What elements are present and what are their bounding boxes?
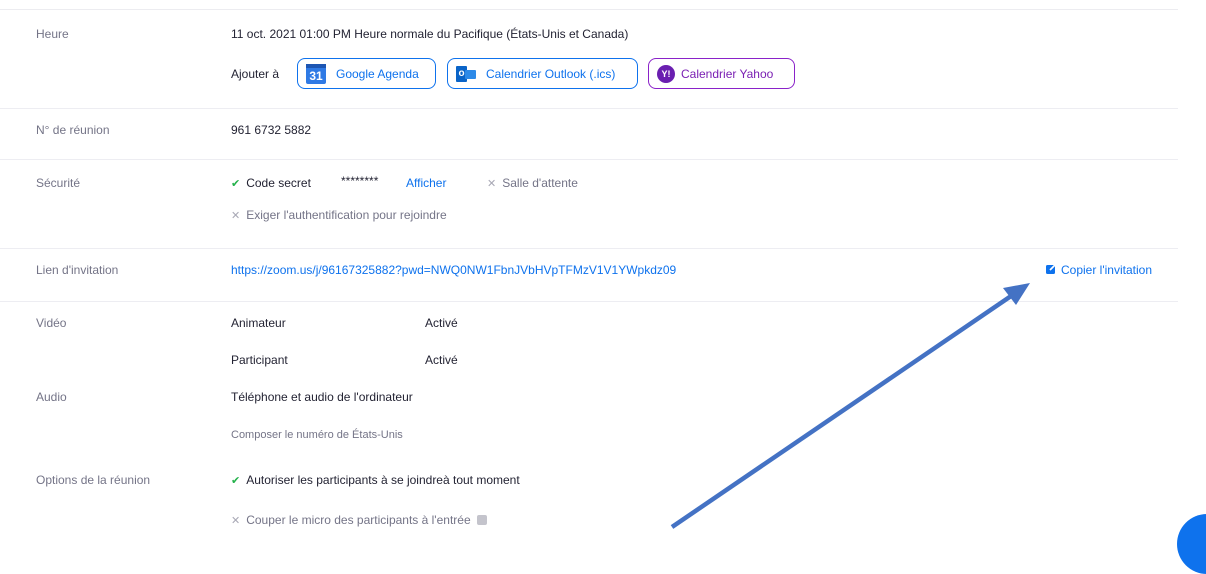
google-calendar-icon: 31 (306, 63, 326, 84)
invite-section: Lien d'invitation https://zoom.us/j/9616… (0, 249, 1178, 302)
audio-value: Téléphone et audio de l'ordinateur (231, 390, 413, 404)
yahoo-calendar-label: Calendrier Yahoo (681, 66, 774, 81)
invite-url[interactable]: https://zoom.us/j/96167325882?pwd=NWQ0NW… (231, 263, 676, 277)
cross-icon: ✕ (231, 210, 241, 222)
audio-label: Audio (36, 390, 67, 404)
require-auth-label: Exiger l'authentification pour rejoindre (246, 208, 447, 222)
outlook-calendar-button[interactable]: o Calendrier Outlook (.ics) (447, 58, 638, 89)
info-icon (476, 515, 487, 525)
check-icon: ✔ (231, 178, 241, 190)
help-chat-button[interactable] (1177, 514, 1206, 574)
copy-invitation-label: Copier l'invitation (1061, 263, 1153, 277)
host-video-state: Activé (425, 316, 458, 330)
meeting-id-label: N° de réunion (36, 123, 110, 137)
yahoo-icon: Y! (657, 64, 675, 83)
time-label: Heure (36, 27, 69, 41)
join-anytime-item: ✔ Autoriser les participants à se joindre… (231, 473, 520, 487)
cross-icon: ✕ (231, 515, 241, 527)
cross-icon: ✕ (487, 178, 497, 190)
waiting-room-label: Salle d'attente (502, 176, 578, 190)
passcode-mask: ******** (341, 174, 379, 188)
time-section: Heure 11 oct. 2021 01:00 PM Heure normal… (0, 10, 1178, 109)
join-anytime-label: Autoriser les participants à se joindreà… (246, 473, 520, 487)
invite-label: Lien d'invitation (36, 263, 119, 277)
video-label: Vidéo (36, 316, 67, 330)
security-label: Sécurité (36, 176, 81, 190)
participant-label: Participant (231, 353, 288, 367)
copy-invitation-button[interactable]: Copier l'invitation (1045, 263, 1152, 277)
mute-on-entry-label: Couper le micro des participants à l'ent… (246, 513, 471, 527)
passcode-label: Code secret (246, 176, 311, 190)
host-label: Animateur (231, 316, 286, 330)
outlook-icon: o (456, 65, 476, 82)
dial-in-text: Composer le numéro de États-Unis (231, 429, 403, 441)
show-passcode-link[interactable]: Afficher (406, 176, 446, 190)
require-auth-item: ✕ Exiger l'authentification pour rejoindr… (231, 208, 447, 222)
participant-video-state: Activé (425, 353, 458, 367)
google-calendar-button[interactable]: 31 Google Agenda (297, 58, 436, 89)
check-icon: ✔ (231, 475, 241, 487)
options-label: Options de la réunion (36, 473, 151, 487)
meeting-id-section: N° de réunion 961 6732 5882 (0, 109, 1178, 160)
mute-on-entry-item: ✕ Couper le micro des participants à l'en… (231, 513, 487, 527)
security-section: Sécurité ✔ Code secret ******** Afficher … (0, 160, 1178, 249)
outlook-calendar-label: Calendrier Outlook (.ics) (486, 66, 616, 81)
waiting-room-item: ✕ Salle d'attente (487, 176, 578, 190)
add-to-label: Ajouter à (231, 67, 280, 81)
settings-section: Vidéo Animateur Activé Participant Activ… (0, 302, 1178, 531)
meeting-datetime: 11 oct. 2021 01:00 PM Heure normale du P… (231, 27, 629, 41)
external-link-icon (1046, 263, 1057, 274)
google-calendar-label: Google Agenda (336, 66, 419, 81)
yahoo-calendar-button[interactable]: Y! Calendrier Yahoo (648, 58, 795, 89)
meeting-id-value: 961 6732 5882 (231, 123, 312, 137)
passcode-item: ✔ Code secret (231, 176, 311, 190)
